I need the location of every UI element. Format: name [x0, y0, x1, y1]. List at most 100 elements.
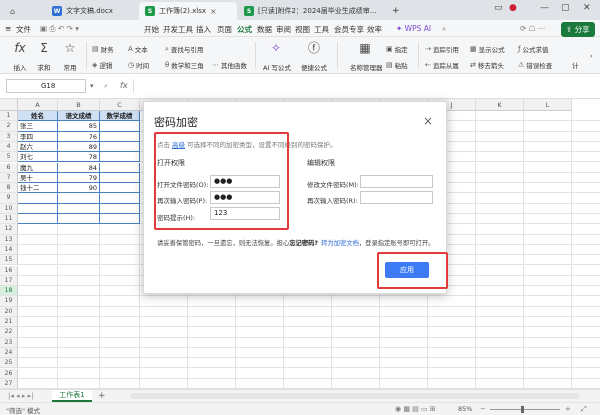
grid-cell[interactable]	[100, 368, 140, 379]
header-cell[interactable]: 语文成绩	[58, 111, 100, 122]
grid-cell[interactable]	[58, 378, 100, 390]
grid-cell[interactable]	[188, 378, 236, 390]
menu-page[interactable]: 页面	[217, 24, 232, 35]
header-cell[interactable]: 姓名	[18, 111, 58, 122]
grid-cell[interactable]	[188, 368, 236, 379]
text-button[interactable]: A 文本	[128, 44, 148, 54]
grid-cell[interactable]	[524, 317, 572, 328]
grid-cell[interactable]	[476, 162, 524, 173]
grid-cell[interactable]	[476, 121, 524, 132]
zoom-icon[interactable]: ⌕	[104, 82, 108, 91]
grid-cell[interactable]	[524, 193, 572, 204]
grid-cell[interactable]	[476, 234, 524, 245]
grid-cell[interactable]	[524, 358, 572, 369]
grid-cell[interactable]	[140, 296, 188, 307]
grid-cell[interactable]	[236, 306, 284, 317]
row-header[interactable]: 27	[0, 378, 18, 390]
grid-cell[interactable]	[332, 296, 380, 307]
grid-cell[interactable]	[140, 337, 188, 348]
grid-cell[interactable]	[236, 368, 284, 379]
grid-cell[interactable]	[380, 378, 428, 390]
grid-cell[interactable]	[572, 286, 600, 297]
score-cell[interactable]: 84	[58, 162, 100, 173]
grid-cell[interactable]	[572, 235, 600, 245]
row-header[interactable]: 15	[0, 255, 18, 266]
view-mode-icons[interactable]: ◉ ▦ ▤ ▭ ⊞	[395, 405, 436, 413]
grid-cell[interactable]	[100, 152, 140, 163]
grid-cell[interactable]	[100, 255, 140, 266]
edit-password-input[interactable]	[360, 175, 433, 188]
name-cell[interactable]: 赵六	[18, 141, 58, 153]
row-header[interactable]: 6	[0, 162, 18, 173]
grid-cell[interactable]	[476, 214, 524, 225]
grid-cell[interactable]	[18, 378, 58, 390]
name-manager-button[interactable]: ▦ 名称管理器	[350, 40, 383, 72]
grid-cell[interactable]	[572, 173, 600, 184]
zoom-in-icon[interactable]: +	[565, 405, 571, 413]
grid-cell[interactable]	[428, 327, 476, 338]
grid-cell[interactable]	[572, 327, 600, 338]
grid-cell[interactable]	[236, 358, 284, 369]
grid-cell[interactable]	[100, 275, 140, 287]
tab-workbook[interactable]: S 工作簿(2).xlsx ×	[139, 2, 237, 20]
column-header[interactable]: L	[524, 99, 572, 111]
row-header[interactable]: 5	[0, 152, 18, 163]
row-header[interactable]: 24	[0, 347, 18, 359]
grid-cell[interactable]	[284, 347, 332, 359]
grid-cell[interactable]	[476, 327, 524, 338]
row-header[interactable]: 12	[0, 224, 18, 235]
score-cell[interactable]: 76	[58, 131, 100, 142]
grid-cell[interactable]	[380, 306, 428, 317]
grid-cell[interactable]	[524, 275, 572, 287]
row-header[interactable]: 13	[0, 234, 18, 245]
grid-cell[interactable]	[100, 234, 140, 245]
grid-cell[interactable]	[18, 203, 58, 214]
grid-cell[interactable]	[100, 193, 140, 204]
grid-cell[interactable]	[18, 296, 58, 307]
grid-cell[interactable]	[332, 337, 380, 348]
row-header[interactable]: 2	[0, 121, 18, 132]
error-check-button[interactable]: ⚠ 错误检查	[518, 60, 552, 70]
hamburger-icon[interactable]: ≡	[5, 24, 11, 33]
name-cell[interactable]: 钱十二	[18, 183, 58, 194]
grid-cell[interactable]	[524, 131, 572, 142]
row-header[interactable]: 20	[0, 306, 18, 317]
grid-cell[interactable]	[188, 296, 236, 307]
grid-cell[interactable]	[476, 131, 524, 142]
menu-review[interactable]: 审阅	[276, 24, 291, 35]
cell-reference-box[interactable]: G18	[6, 79, 86, 93]
grid-cell[interactable]	[428, 317, 476, 328]
grid-cell[interactable]	[524, 286, 572, 297]
maximize-icon[interactable]: ▢	[561, 3, 570, 13]
grid-cell[interactable]	[476, 172, 524, 184]
grid-cell[interactable]	[284, 327, 332, 338]
row-header[interactable]: 7	[0, 172, 18, 184]
edit-confirm-input[interactable]	[360, 191, 433, 204]
grid-cell[interactable]	[524, 224, 572, 235]
calc-button[interactable]: 计	[572, 60, 579, 70]
grid-cell[interactable]	[188, 327, 236, 338]
grid-cell[interactable]	[100, 131, 140, 142]
grid-cell[interactable]	[58, 347, 100, 359]
select-all-corner[interactable]	[0, 99, 18, 111]
grid-cell[interactable]	[58, 327, 100, 338]
grid-cell[interactable]	[18, 255, 58, 266]
layout-icon[interactable]: ▭	[494, 3, 503, 13]
grid-cell[interactable]	[428, 347, 476, 359]
grid-cell[interactable]	[380, 317, 428, 328]
grid-cell[interactable]	[58, 275, 100, 287]
specify-button[interactable]: ▣ 指定	[386, 44, 408, 54]
grid-cell[interactable]	[572, 245, 600, 256]
grid-cell[interactable]	[476, 358, 524, 369]
minimize-icon[interactable]: —	[540, 3, 549, 13]
grid-cell[interactable]	[100, 244, 140, 256]
row-header[interactable]: 23	[0, 337, 18, 348]
grid-cell[interactable]	[100, 317, 140, 328]
grid-cell[interactable]	[188, 306, 236, 317]
grid-cell[interactable]	[18, 234, 58, 245]
grid-cell[interactable]	[476, 183, 524, 194]
grid-cell[interactable]	[572, 163, 600, 173]
grid-cell[interactable]	[572, 296, 600, 307]
name-cell[interactable]: 魔九	[18, 162, 58, 173]
grid-cell[interactable]	[380, 368, 428, 379]
